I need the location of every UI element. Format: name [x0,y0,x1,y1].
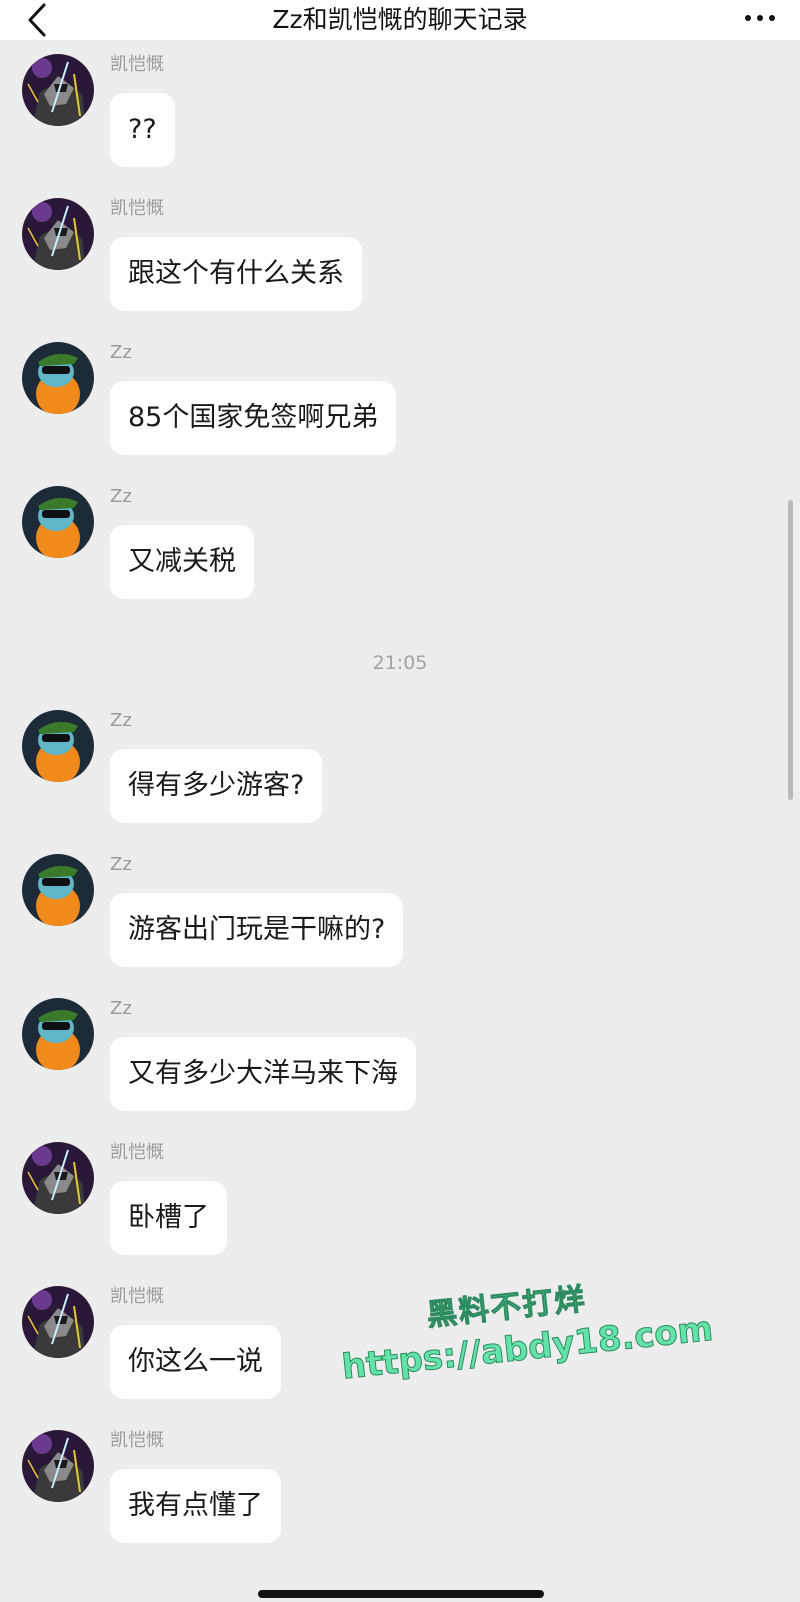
sender-name: Zz [110,854,132,875]
message-bubble[interactable]: 跟这个有什么关系 [110,237,362,311]
turtle-avatar[interactable] [22,998,94,1070]
ninja-avatar[interactable] [22,198,94,270]
message-bubble[interactable]: 游客出门玩是干嘛的? [110,893,404,967]
message-bubble[interactable]: 我有点懂了 [110,1469,281,1543]
ninja-avatar[interactable] [22,54,94,126]
message-bubble[interactable]: 又有多少大洋马来下海 [110,1037,416,1111]
top-nav-bar: Zz和凯恺慨的聊天记录 [0,0,800,40]
message-bubble[interactable]: 卧槽了 [110,1181,227,1255]
turtle-avatar[interactable] [22,342,94,414]
home-indicator[interactable] [258,1590,544,1598]
scrollbar[interactable] [788,500,793,800]
message-bubble[interactable]: 85个国家免签啊兄弟 [110,381,397,455]
time-stamp: 21:05 [372,652,428,674]
sender-name: Zz [110,342,132,363]
turtle-avatar[interactable] [22,486,94,558]
message-bubble[interactable]: 得有多少游客? [110,749,323,823]
sender-name: Zz [110,486,132,507]
message-bubble[interactable]: ?? [110,93,175,167]
ninja-avatar[interactable] [22,1142,94,1214]
watermark: 黑料不打烊 https://abdy18.com [335,1262,716,1429]
sender-name: 凯恺慨 [110,1142,164,1163]
more-options-icon[interactable] [742,8,778,28]
ninja-avatar[interactable] [22,1286,94,1358]
sender-name: 凯恺慨 [110,1430,164,1451]
sender-name: 凯恺慨 [110,1286,164,1307]
message-bubble[interactable]: 你这么一说 [110,1325,281,1399]
message-bubble[interactable]: 又减关税 [110,525,254,599]
sender-name: 凯恺慨 [110,198,164,219]
sender-name: Zz [110,710,132,731]
turtle-avatar[interactable] [22,854,94,926]
ninja-avatar[interactable] [22,1430,94,1502]
turtle-avatar[interactable] [22,710,94,782]
chat-title: Zz和凯恺慨的聊天记录 [272,5,528,34]
sender-name: Zz [110,998,132,1019]
sender-name: 凯恺慨 [110,54,164,75]
